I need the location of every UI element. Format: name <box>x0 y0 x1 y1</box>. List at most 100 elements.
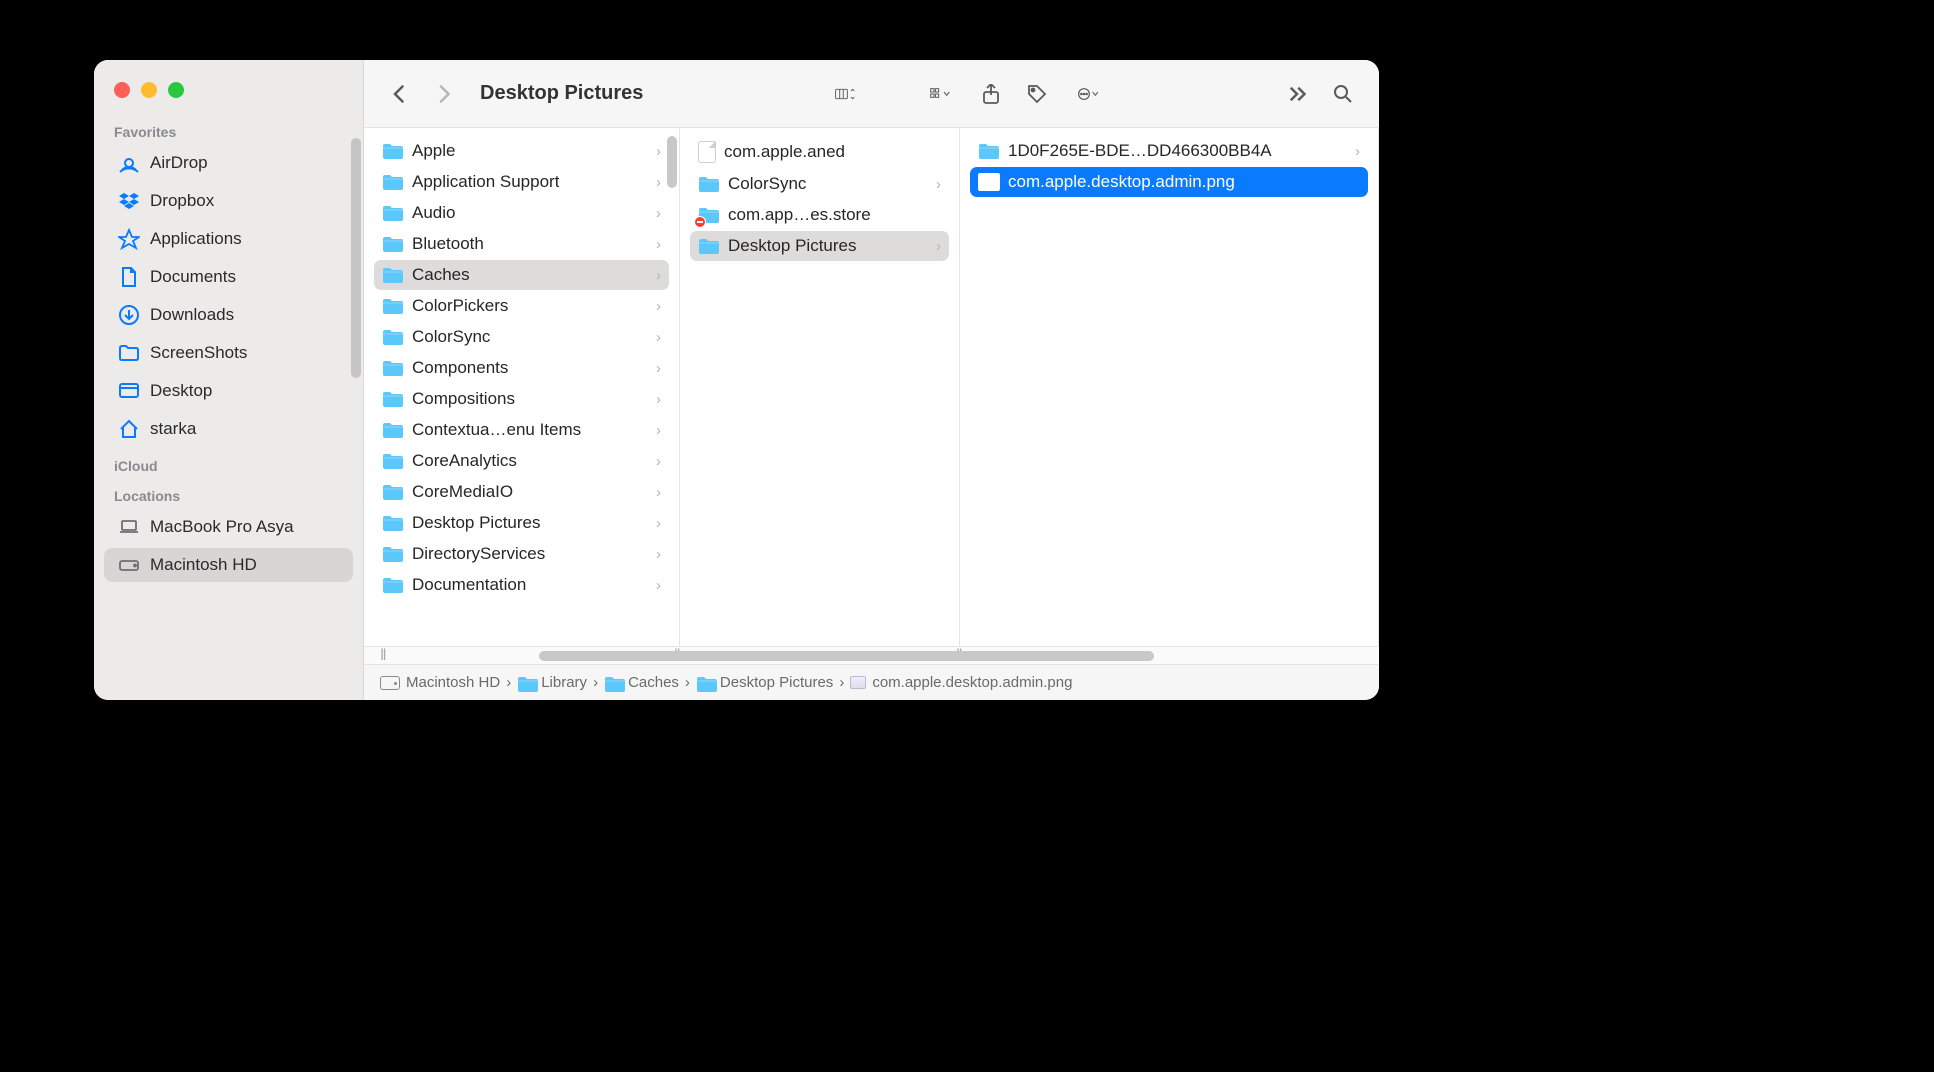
path-segment-label: Macintosh HD <box>406 674 500 691</box>
list-item[interactable]: Desktop Pictures› <box>374 508 669 538</box>
sidebar-section-icloud: iCloud <box>94 448 363 478</box>
folder-icon <box>382 173 404 191</box>
list-item-label: Bluetooth <box>412 234 484 254</box>
list-item[interactable]: Documentation› <box>374 570 669 600</box>
chevron-right-icon: › <box>656 298 661 315</box>
folder-icon <box>698 237 720 255</box>
list-item[interactable]: Components› <box>374 353 669 383</box>
column-2[interactable]: com.apple.aned ColorSync› com.app…es.store… <box>680 128 960 646</box>
close-button[interactable] <box>114 82 130 98</box>
chevron-right-icon: › <box>656 422 661 439</box>
list-item-label: Application Support <box>412 172 559 192</box>
chevron-right-icon: › <box>656 360 661 377</box>
list-item[interactable]: Compositions › <box>374 384 669 414</box>
folder-icon <box>382 545 404 563</box>
folder-icon <box>382 390 404 408</box>
sidebar-item-label: Documents <box>150 267 236 287</box>
sidebar-item-label: Macintosh HD <box>150 555 257 575</box>
forward-button[interactable] <box>426 76 466 112</box>
list-item[interactable]: ColorSync› <box>690 169 949 199</box>
main-area: Favorites AirDrop Dropbox Applications D… <box>94 60 1379 700</box>
list-item[interactable]: 1D0F265E-BDE…DD466300BB4A› <box>970 136 1368 166</box>
list-item[interactable]: com.app…es.store <box>690 200 949 230</box>
sidebar-section-favorites: Favorites <box>94 114 363 144</box>
list-item-label: com.app…es.store <box>728 205 871 225</box>
folder-icon <box>382 328 404 346</box>
maximize-button[interactable] <box>168 82 184 98</box>
horizontal-scrollbar-thumb[interactable] <box>539 651 1154 661</box>
column-1[interactable]: Apple›Application Support›Audio›Bluetoot… <box>364 128 680 646</box>
search-button[interactable] <box>1323 76 1363 112</box>
path-segment[interactable]: Caches <box>604 674 679 691</box>
sidebar-item-airdrop[interactable]: AirDrop <box>104 146 353 180</box>
sidebar-item-label: MacBook Pro Asya <box>150 517 294 537</box>
share-button[interactable] <box>971 76 1011 112</box>
list-item[interactable]: ColorSync› <box>374 322 669 352</box>
list-item[interactable]: DirectoryServices› <box>374 539 669 569</box>
sidebar-item-applications[interactable]: Applications <box>104 222 353 256</box>
folder-icon <box>382 142 404 160</box>
sidebar-item-dropbox[interactable]: Dropbox <box>104 184 353 218</box>
sidebar-item-macbook[interactable]: MacBook Pro Asya <box>104 510 353 544</box>
finder-window: Favorites AirDrop Dropbox Applications D… <box>94 60 1379 700</box>
sidebar: Favorites AirDrop Dropbox Applications D… <box>94 60 364 700</box>
sidebar-item-screenshots[interactable]: ScreenShots <box>104 336 353 370</box>
path-segment[interactable]: Macintosh HD <box>380 674 500 691</box>
column-3[interactable]: 1D0F265E-BDE…DD466300BB4A› com.apple.desk… <box>960 128 1379 646</box>
sidebar-item-downloads[interactable]: Downloads <box>104 298 353 332</box>
airdrop-icon <box>118 152 140 174</box>
list-item[interactable]: com.apple.desktop.admin.png <box>970 167 1368 197</box>
sidebar-item-macintosh-hd[interactable]: Macintosh HD <box>104 548 353 582</box>
list-item[interactable]: CoreAnalytics› <box>374 446 669 476</box>
path-separator-icon: › <box>506 674 511 691</box>
list-item[interactable]: Apple› <box>374 136 669 166</box>
action-button[interactable] <box>1063 76 1113 112</box>
sidebar-scrollbar[interactable] <box>351 138 361 378</box>
path-segment[interactable]: com.apple.desktop.admin.png <box>850 674 1072 691</box>
sidebar-item-home[interactable]: starka <box>104 412 353 446</box>
view-columns-button[interactable] <box>817 76 873 112</box>
column-resize-handle[interactable]: ‖ <box>380 651 392 661</box>
list-item-label: CoreAnalytics <box>412 451 517 471</box>
list-item-label: Desktop Pictures <box>728 236 857 256</box>
downloads-icon <box>118 304 140 326</box>
desktop-icon <box>118 380 140 402</box>
path-separator-icon: › <box>685 674 690 691</box>
list-item-label: com.apple.desktop.admin.png <box>1008 172 1235 192</box>
list-item[interactable]: Application Support› <box>374 167 669 197</box>
harddrive-icon <box>118 554 140 576</box>
minimize-button[interactable] <box>141 82 157 98</box>
path-segment[interactable]: Library <box>517 674 587 691</box>
folder-icon <box>698 206 720 224</box>
list-item-label: Documentation <box>412 575 526 595</box>
back-button[interactable] <box>380 76 420 112</box>
list-item[interactable]: Contextua…enu Items› <box>374 415 669 445</box>
path-segment-label: Desktop Pictures <box>720 674 833 691</box>
list-item[interactable]: CoreMediaIO› <box>374 477 669 507</box>
path-segment[interactable]: Desktop Pictures <box>696 674 833 691</box>
sidebar-item-desktop[interactable]: Desktop <box>104 374 353 408</box>
folder-icon <box>382 204 404 222</box>
chevron-right-icon: › <box>1355 143 1360 160</box>
list-item-label: DirectoryServices <box>412 544 545 564</box>
list-item-label: Compositions <box>412 389 515 409</box>
path-separator-icon: › <box>839 674 844 691</box>
sidebar-item-documents[interactable]: Documents <box>104 260 353 294</box>
group-button[interactable] <box>915 76 965 112</box>
list-item-label: Audio <box>412 203 455 223</box>
list-item[interactable]: ColorPickers› <box>374 291 669 321</box>
overflow-button[interactable] <box>1277 76 1317 112</box>
list-item[interactable]: Desktop Pictures› <box>690 231 949 261</box>
tag-button[interactable] <box>1017 76 1057 112</box>
list-item[interactable]: Audio› <box>374 198 669 228</box>
list-item[interactable]: Bluetooth› <box>374 229 669 259</box>
list-item-label: com.apple.aned <box>724 142 845 162</box>
path-segment-label: Library <box>541 674 587 691</box>
list-item-label: Apple <box>412 141 455 161</box>
list-item[interactable]: Caches› <box>374 260 669 290</box>
list-item[interactable]: com.apple.aned <box>690 136 949 168</box>
chevron-right-icon: › <box>656 391 661 408</box>
sidebar-item-label: starka <box>150 419 196 439</box>
horizontal-scrollbar-track: ‖ ‖ ‖ <box>364 646 1379 664</box>
folder-icon <box>517 675 535 691</box>
